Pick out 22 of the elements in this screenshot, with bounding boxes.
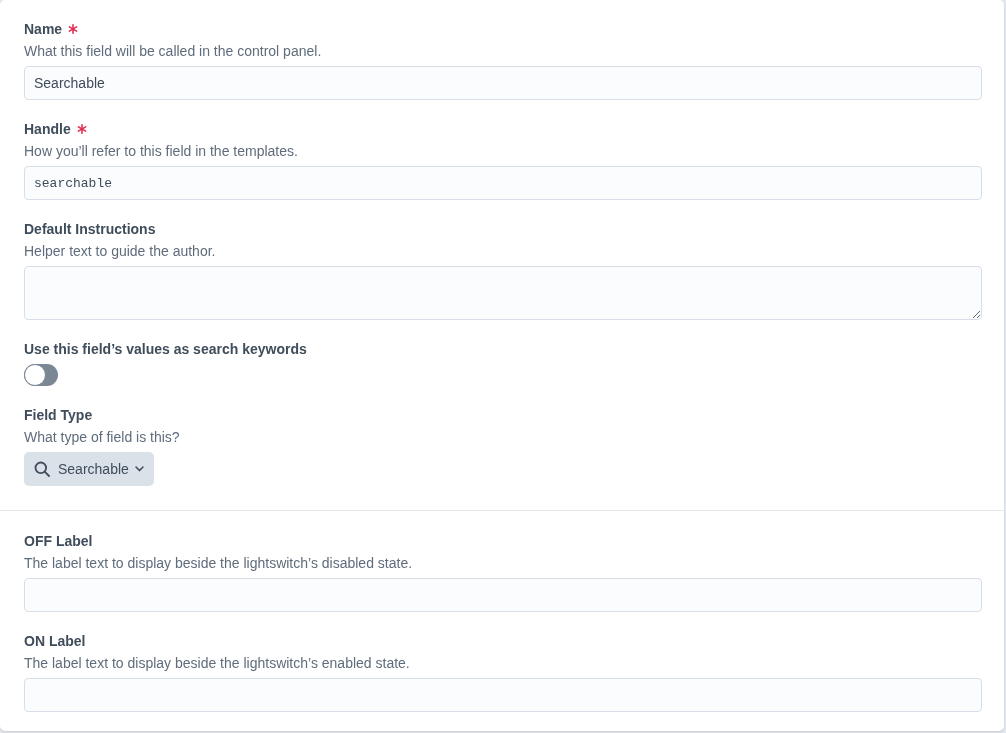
field-label: Handle [24, 120, 71, 139]
field-label: Name [24, 20, 63, 39]
field-instructions: How you’ll refer to this field in the templates. [24, 142, 299, 161]
text-input[interactable] [24, 578, 982, 612]
field-instructions: Helper text to guide the author. [24, 242, 217, 261]
field-instructions: The label text to display beside the lightswitch’s disabled state. [24, 554, 414, 573]
field-label: OFF Label [24, 532, 93, 551]
toggle-switch[interactable] [24, 364, 58, 386]
text-input[interactable] [24, 678, 982, 712]
textarea-field[interactable] [24, 266, 982, 320]
chevron-down-icon [134, 466, 144, 472]
search-icon [34, 461, 50, 477]
field-instructions: The label text to display beside the lightswitch’s enabled state. [24, 654, 411, 673]
field-label: Use this field’s values as search keywords [24, 340, 307, 359]
field-instructions: What type of field is this? [24, 428, 181, 447]
field-type-select[interactable]: Searchable [24, 452, 154, 486]
handle-input[interactable]: searchable [24, 166, 982, 200]
field-label: Default Instructions [24, 220, 156, 239]
text-input[interactable]: Searchable [24, 66, 982, 100]
field-label: Field Type [24, 406, 93, 425]
field-label: ON Label [24, 632, 86, 651]
field-instructions: What this field will be called in the control panel. [24, 42, 323, 61]
